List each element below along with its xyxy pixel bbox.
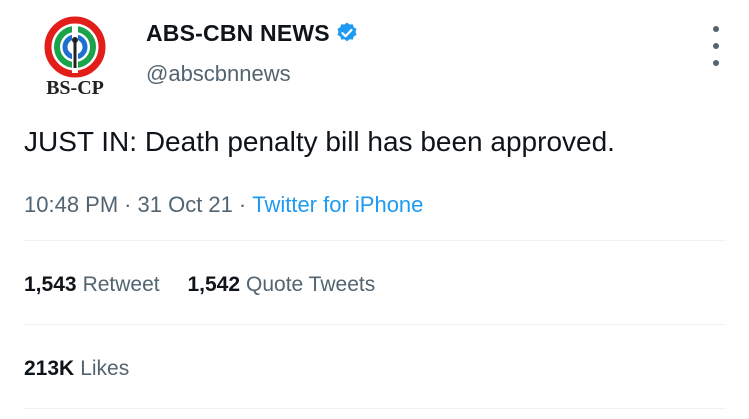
tweet-time[interactable]: 10:48 PM <box>24 192 118 217</box>
dot <box>713 26 719 32</box>
account-handle[interactable]: @abscbnnews <box>146 61 359 87</box>
retweets-stat[interactable]: 1,543 Retweet <box>24 273 160 297</box>
tweet-meta: 10:48 PM · 31 Oct 21 · Twitter for iPhone <box>24 192 423 218</box>
dot <box>713 43 719 49</box>
logo-text: BS-CP <box>46 77 104 99</box>
account-names: ABS-CBN NEWS @abscbnnews <box>146 18 359 87</box>
divider <box>24 408 726 409</box>
tweet-header: BS-CP ABS-CBN NEWS @abscbnnews <box>20 10 730 100</box>
divider <box>24 324 726 325</box>
divider <box>24 240 726 241</box>
meta-separator: · <box>124 192 132 217</box>
quotes-label: Quote Tweets <box>246 273 376 296</box>
quotes-count: 1,542 <box>187 273 241 296</box>
likes-stat[interactable]: 213K Likes <box>24 357 129 381</box>
display-name[interactable]: ABS-CBN NEWS <box>146 20 330 47</box>
retweets-count: 1,543 <box>24 273 77 296</box>
avatar[interactable]: BS-CP <box>20 10 130 100</box>
likes-stats: 213K Likes <box>24 357 151 381</box>
tweet-source-link[interactable]: Twitter for iPhone <box>252 192 423 217</box>
quote-tweets-stat[interactable]: 1,542 Quote Tweets <box>187 273 375 297</box>
tweet-date[interactable]: 31 Oct 21 <box>138 192 233 217</box>
tweet-text: JUST IN: Death penalty bill has been app… <box>24 126 615 157</box>
likes-count: 213K <box>24 357 75 380</box>
share-stats: 1,543 Retweet 1,542 Quote Tweets <box>24 273 397 297</box>
dot <box>713 60 719 66</box>
more-options-icon[interactable] <box>702 26 730 66</box>
display-name-row: ABS-CBN NEWS <box>146 18 359 48</box>
retweets-label: Retweet <box>82 273 160 296</box>
abs-cbn-logo-icon: BS-CP <box>44 16 106 99</box>
likes-label: Likes <box>80 357 130 380</box>
meta-separator: · <box>238 192 247 217</box>
verified-badge-icon <box>335 21 359 45</box>
